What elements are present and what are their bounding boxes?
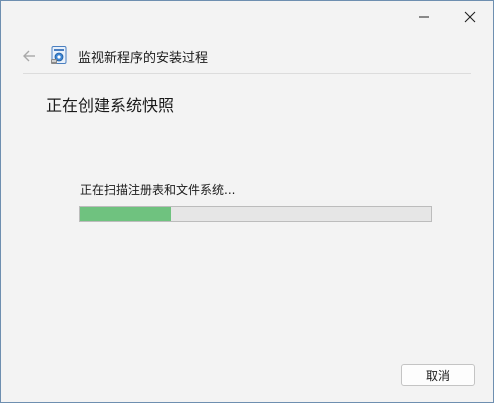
dialog-window: 监视新程序的安装过程 正在创建系统快照 正在扫描注册表和文件系统... 取消	[0, 0, 494, 403]
back-arrow-icon	[23, 50, 35, 62]
minimize-icon	[419, 16, 429, 18]
cancel-button[interactable]: 取消	[401, 364, 475, 386]
page-title: 正在创建系统快照	[46, 96, 175, 115]
header-title: 监视新程序的安装过程	[78, 51, 209, 66]
progress-bar-fill	[80, 207, 172, 221]
installation-monitor-icon	[51, 46, 67, 64]
title-bar	[1, 1, 493, 33]
close-button[interactable]	[447, 1, 493, 33]
back-button[interactable]	[17, 44, 41, 68]
header-divider	[23, 73, 471, 74]
status-text: 正在扫描注册表和文件系统...	[80, 183, 236, 197]
minimize-button[interactable]	[401, 1, 447, 33]
wizard-header: 监视新程序的安装过程	[1, 39, 493, 73]
close-icon	[464, 11, 476, 23]
progress-bar	[79, 206, 432, 222]
